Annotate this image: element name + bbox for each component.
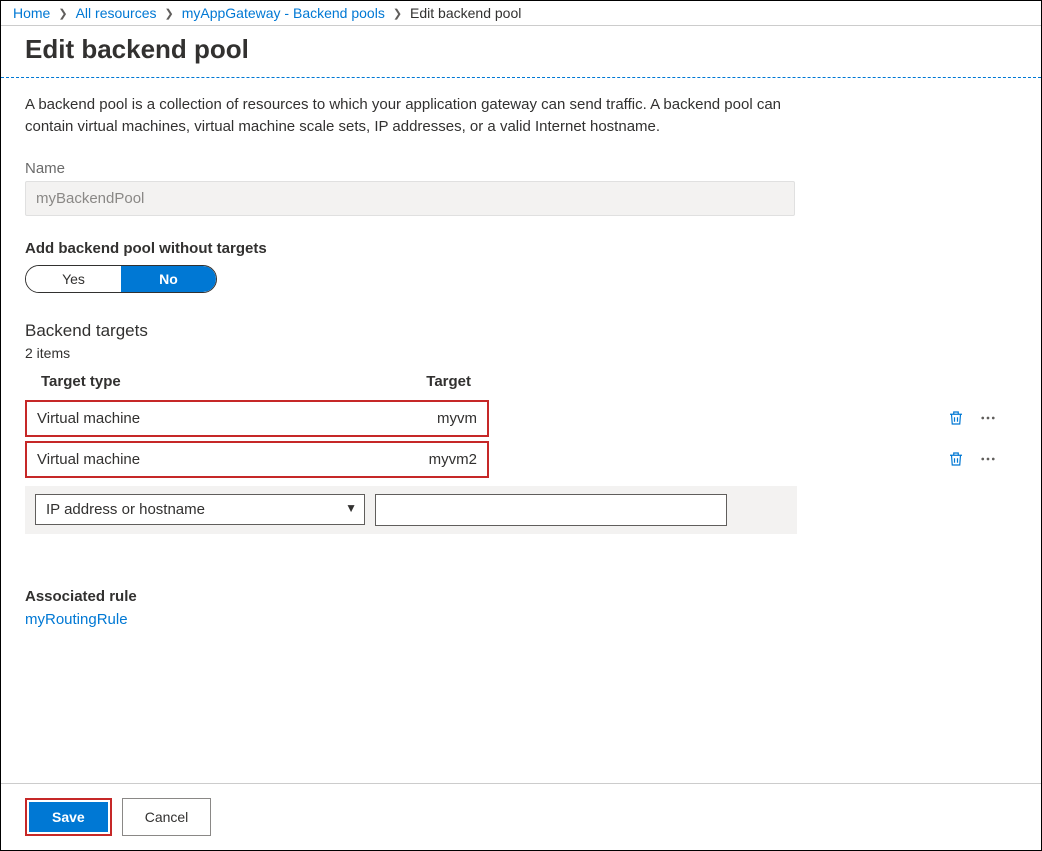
more-button[interactable] xyxy=(977,407,999,429)
toggle-yes[interactable]: Yes xyxy=(26,266,121,292)
save-button[interactable]: Save xyxy=(29,802,108,832)
backend-targets-label: Backend targets xyxy=(25,321,1017,341)
description-text: A backend pool is a collection of resour… xyxy=(25,94,785,138)
cell-target-type: Virtual machine xyxy=(37,410,365,427)
save-highlight: Save xyxy=(25,798,112,836)
cancel-button[interactable]: Cancel xyxy=(122,798,212,836)
more-button[interactable] xyxy=(977,448,999,470)
target-type-select-value[interactable]: IP address or hostname xyxy=(35,494,365,525)
col-target: Target xyxy=(371,373,471,390)
trash-icon xyxy=(947,409,965,427)
associated-rule-link[interactable]: myRoutingRule xyxy=(25,611,128,628)
cell-target: myvm2 xyxy=(365,451,477,468)
page-title: Edit backend pool xyxy=(1,26,1041,77)
more-icon xyxy=(979,409,997,427)
table-row: Virtual machine myvm2 xyxy=(25,441,1017,478)
target-type-select[interactable]: IP address or hostname ▼ xyxy=(35,494,365,525)
chevron-right-icon: ❯ xyxy=(393,7,402,20)
breadcrumb-current: Edit backend pool xyxy=(410,5,521,21)
footer-bar: Save Cancel xyxy=(1,783,1041,850)
chevron-right-icon: ❯ xyxy=(165,7,174,20)
without-targets-label: Add backend pool without targets xyxy=(25,240,1017,257)
delete-button[interactable] xyxy=(945,448,967,470)
associated-rule-label: Associated rule xyxy=(25,588,1017,605)
breadcrumb-home[interactable]: Home xyxy=(13,5,50,21)
col-target-type: Target type xyxy=(41,373,371,390)
table-row: Virtual machine myvm xyxy=(25,400,1017,437)
cell-target: myvm xyxy=(365,410,477,427)
breadcrumb: Home ❯ All resources ❯ myAppGateway - Ba… xyxy=(1,1,1041,26)
targets-header: Target type Target xyxy=(25,369,1017,396)
without-targets-toggle[interactable]: Yes No xyxy=(25,265,217,293)
name-input: myBackendPool xyxy=(25,181,795,216)
chevron-right-icon: ❯ xyxy=(58,7,67,20)
backend-targets-count: 2 items xyxy=(25,345,1017,361)
trash-icon xyxy=(947,450,965,468)
target-value-input[interactable] xyxy=(375,494,727,526)
toggle-no[interactable]: No xyxy=(121,266,216,292)
new-target-row: IP address or hostname ▼ xyxy=(25,486,797,534)
delete-button[interactable] xyxy=(945,407,967,429)
more-icon xyxy=(979,450,997,468)
name-label: Name xyxy=(25,160,1017,177)
breadcrumb-all-resources[interactable]: All resources xyxy=(76,5,157,21)
breadcrumb-gateway-pools[interactable]: myAppGateway - Backend pools xyxy=(182,5,385,21)
cell-target-type: Virtual machine xyxy=(37,451,365,468)
